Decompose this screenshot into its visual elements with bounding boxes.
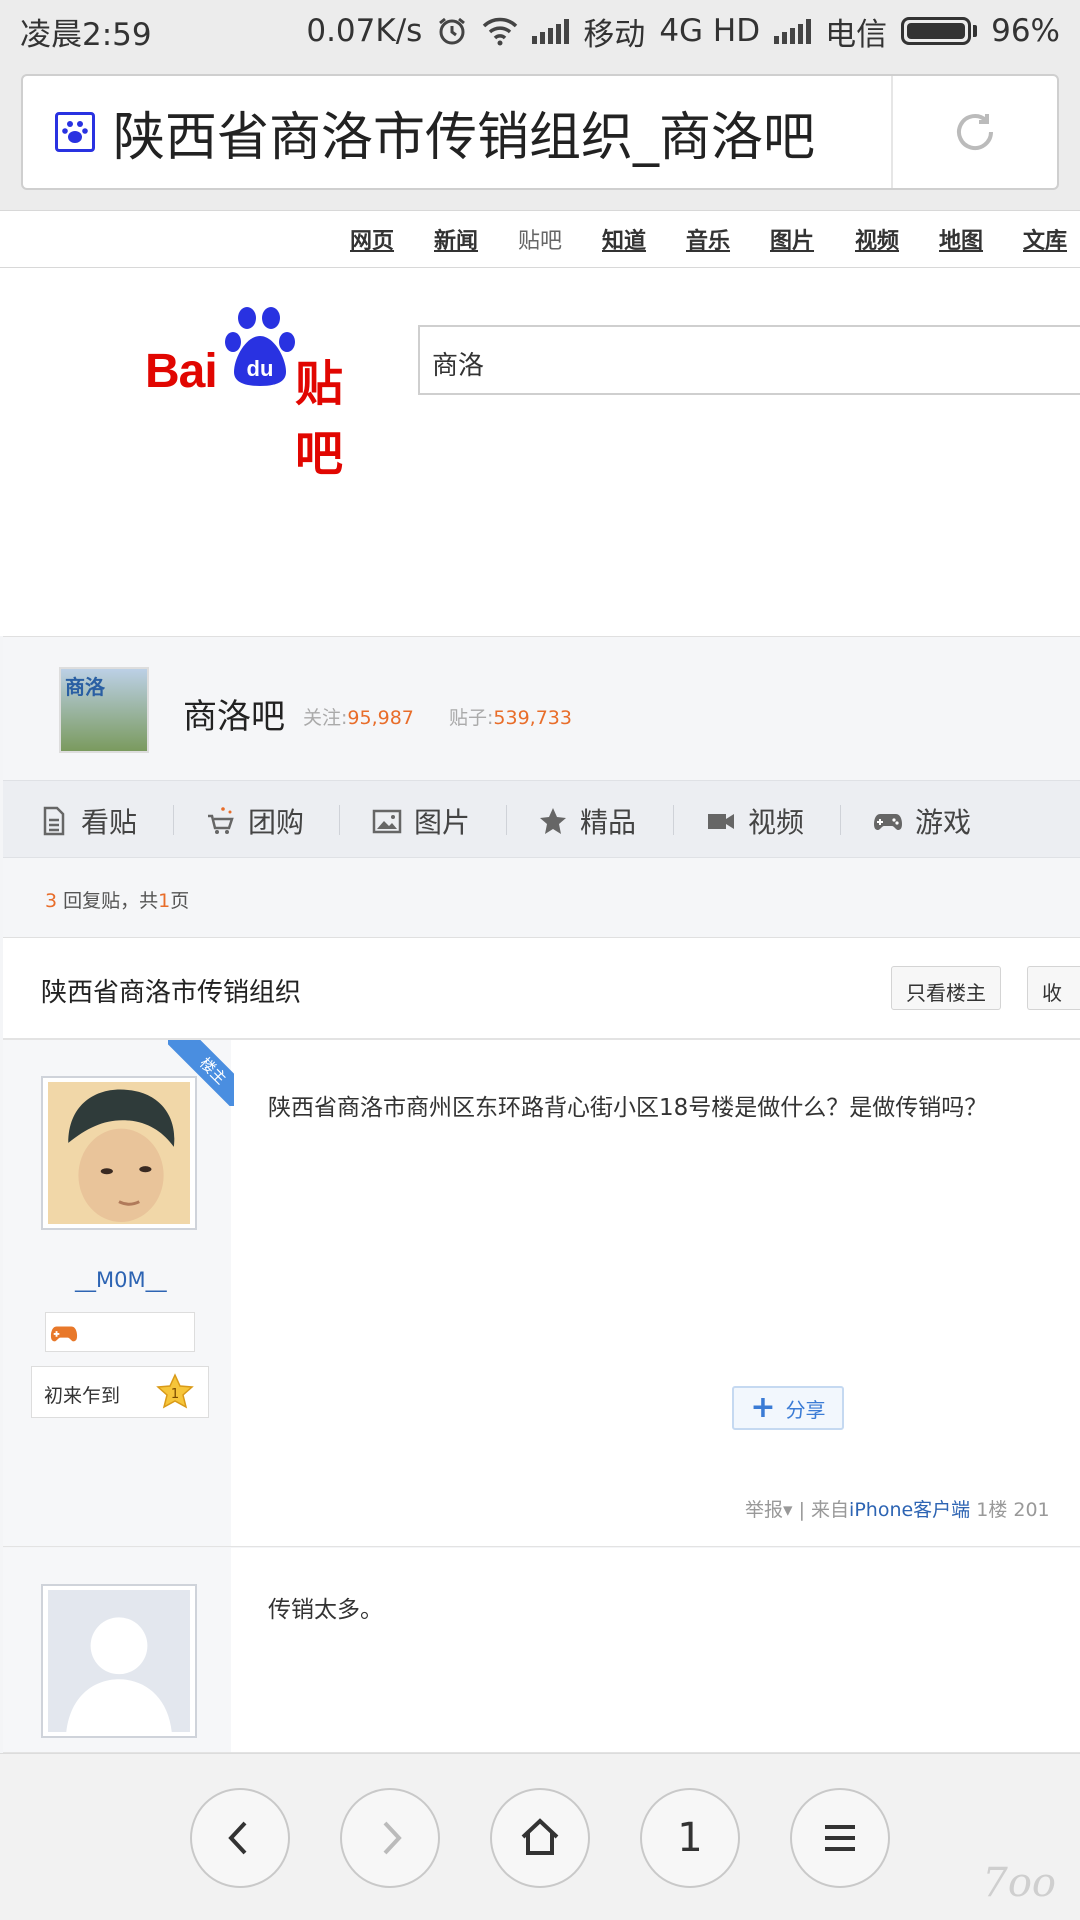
chevron-left-icon: [228, 1821, 247, 1855]
user-avatar[interactable]: [41, 1076, 197, 1230]
logo-bai: Bai: [145, 345, 218, 398]
search-input[interactable]: 商洛: [418, 325, 1080, 395]
menu-icon: [825, 1825, 855, 1851]
browser-bottom-bar: 1 7oo: [0, 1753, 1080, 1920]
logo-du: du: [247, 356, 274, 381]
nav-zhidao[interactable]: 知道: [602, 223, 646, 255]
battery-level: 96%: [991, 13, 1060, 49]
menu-button[interactable]: [790, 1788, 890, 1888]
image-icon: [372, 809, 402, 834]
post-content-2: 传销太多。: [268, 1597, 383, 1623]
floor-number: 1楼: [976, 1499, 1008, 1521]
page-title: 陕西省商洛市传销组织_商洛吧: [113, 107, 816, 168]
level-star-icon: 1: [156, 1373, 194, 1409]
forum-name[interactable]: 商洛吧: [183, 689, 285, 738]
watermark: 7oo: [982, 1860, 1056, 1906]
carrier-2: 电信: [825, 16, 888, 53]
level-title: 初来乍到: [44, 1385, 121, 1407]
plus-icon: +: [750, 1390, 776, 1425]
nav-web[interactable]: 网页: [350, 223, 394, 255]
nav-map[interactable]: 地图: [939, 223, 983, 255]
logo-tieba: 贴吧: [295, 356, 344, 482]
forum-tabs: 看贴 团购 图片 精品 视频 游戏: [3, 780, 1080, 858]
star-icon: [540, 808, 566, 834]
reply-count: 3: [45, 890, 58, 912]
tab-count: 1: [677, 1815, 703, 1861]
home-button[interactable]: [490, 1788, 590, 1888]
tab-video[interactable]: 视频: [706, 801, 804, 841]
address-bar[interactable]: 陕西省商洛市传销组织_商洛吧: [21, 74, 1059, 190]
forum-avatar[interactable]: 商洛: [59, 667, 149, 753]
signal-icon-2: [774, 18, 812, 44]
thread-title-bar: 陕西省商洛市传销组织 只看楼主 收: [3, 938, 1080, 1040]
posts-count: 539,733: [493, 707, 572, 729]
nav-tieba[interactable]: 贴吧: [518, 223, 562, 255]
only-op-button[interactable]: 只看楼主: [891, 966, 1001, 1010]
back-button[interactable]: [190, 1788, 290, 1888]
baidu-top-nav: 网页 新闻 贴吧 知道 音乐 图片 视频 地图 文库: [0, 210, 1080, 268]
tab-group-buy[interactable]: 团购: [206, 801, 304, 841]
nav-music[interactable]: 音乐: [686, 223, 730, 255]
chevron-right-icon: [383, 1821, 402, 1855]
carrier-1: 移动: [583, 16, 646, 53]
baidu-paw-icon: [55, 112, 95, 152]
baidu-paw-logo-icon: du: [225, 307, 295, 386]
nav-images[interactable]: 图片: [770, 223, 814, 255]
posts-stat: 贴子:539,733: [449, 707, 572, 729]
signal-icon: [532, 18, 570, 44]
network-speed: 0.07K/s: [306, 13, 423, 49]
user-avatar-default[interactable]: [41, 1584, 197, 1738]
post-2: 传销太多。: [3, 1548, 1080, 1753]
tab-images[interactable]: 图片: [372, 801, 470, 841]
cart-icon: [208, 807, 234, 834]
follow-count: 95,987: [347, 707, 414, 729]
share-button[interactable]: + 分享: [732, 1386, 844, 1430]
default-avatar-icon: [48, 1590, 190, 1732]
level-number: 1: [171, 1387, 179, 1402]
collect-button[interactable]: 收: [1027, 966, 1080, 1010]
user-avatar-image: [48, 1082, 190, 1224]
post-1: 楼主 __M0M__ 初来乍到 1 陕西省商洛市商州区东环路背心街小区18号楼是…: [3, 1040, 1080, 1547]
forum-header: 商洛 商洛吧 关注:95,987 贴子:539,733: [3, 636, 1080, 780]
network-type: 4G HD: [659, 13, 761, 49]
page-count: 1: [158, 890, 171, 912]
tab-games[interactable]: 游戏: [873, 801, 971, 841]
forum-avatar-text: 商洛: [65, 675, 105, 699]
reload-icon[interactable]: [953, 110, 997, 154]
gamepad-badge-icon: [50, 1326, 78, 1342]
browser-toolbar: 陕西省商洛市传销组织_商洛吧: [0, 62, 1080, 210]
status-time: 凌晨2:59: [20, 16, 152, 53]
battery-icon: [901, 17, 978, 45]
tab-featured[interactable]: 精品: [538, 801, 636, 841]
client-link[interactable]: iPhone客户端: [849, 1499, 970, 1521]
nav-wenku[interactable]: 文库: [1023, 223, 1067, 255]
baidu-tieba-logo[interactable]: Bai du 贴吧: [145, 304, 385, 482]
tieba-header: Bai du 贴吧 商洛: [0, 268, 1080, 636]
report-link[interactable]: 举报▾: [745, 1499, 793, 1521]
address-divider: [891, 76, 893, 188]
post-content: 陕西省商洛市商州区东环路背心街小区18号楼是做什么？是做传销吗？: [268, 1095, 988, 1121]
wifi-icon: [483, 17, 518, 46]
status-bar: 凌晨2:59 0.07K/s 移动 4G HD 电信 96%: [0, 0, 1080, 62]
user-badge: [45, 1312, 195, 1352]
home-icon: [521, 1818, 559, 1855]
video-camera-icon: [708, 814, 734, 829]
user-level-badge: 初来乍到 1: [31, 1366, 209, 1418]
nav-news[interactable]: 新闻: [434, 223, 478, 255]
alarm-icon: [439, 17, 466, 45]
post-date: 201: [1013, 1499, 1050, 1521]
document-icon: [43, 806, 65, 836]
forward-button[interactable]: [340, 1788, 440, 1888]
follow-stat: 关注:95,987: [303, 707, 414, 729]
thread-title: 陕西省商洛市传销组织: [41, 978, 302, 1008]
username[interactable]: __M0M__: [75, 1268, 167, 1292]
gamepad-icon: [874, 814, 902, 830]
post-meta: 举报▾ | 来自iPhone客户端 1楼 201: [745, 1499, 1050, 1521]
tab-posts[interactable]: 看贴: [39, 801, 137, 841]
tabs-button[interactable]: 1: [640, 1788, 740, 1888]
reply-count-bar: 3 回复贴，共1页: [3, 858, 1080, 938]
nav-video[interactable]: 视频: [855, 223, 899, 255]
